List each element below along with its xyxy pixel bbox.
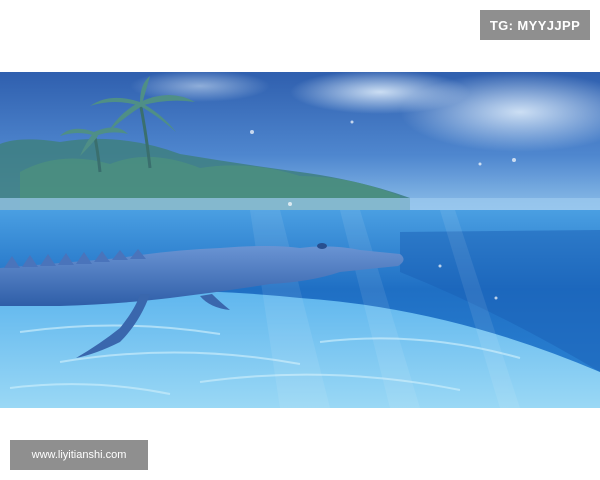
website-watermark: www.liyitianshi.com <box>10 440 148 470</box>
page: TG: MYYJJPP www.liyitianshi.com <box>0 0 600 480</box>
crocodile-eye <box>317 243 327 249</box>
underwater-crocodile-image <box>0 72 600 408</box>
water-surface <box>0 198 600 212</box>
telegram-badge: TG: MYYJJPP <box>480 10 590 40</box>
cloud <box>290 72 470 114</box>
